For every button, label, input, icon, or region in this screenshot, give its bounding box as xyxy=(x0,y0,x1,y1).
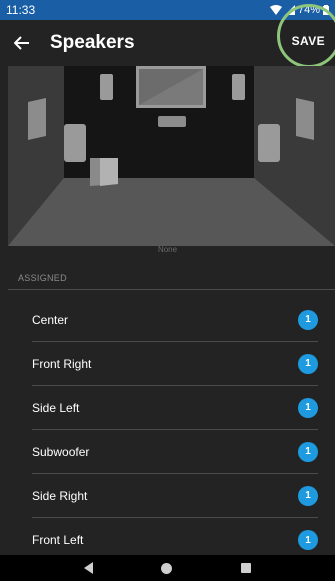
room-caption: None xyxy=(157,245,178,254)
room-diagram xyxy=(8,66,335,246)
app-bar: Speakers SAVE xyxy=(0,4,335,68)
center-speaker-icon xyxy=(158,116,186,127)
save-button[interactable]: SAVE xyxy=(288,30,329,52)
status-bar: 11:33 74% xyxy=(0,0,335,20)
battery-percent: 74% xyxy=(297,4,320,16)
nav-back-icon[interactable] xyxy=(84,562,94,574)
speaker-count-badge: 1 xyxy=(298,441,318,462)
status-icons: 74% xyxy=(269,4,329,16)
back-button[interactable] xyxy=(0,20,44,66)
side-left-speaker-icon xyxy=(28,98,46,140)
tv-icon xyxy=(136,66,206,108)
speaker-count-badge: 1 xyxy=(298,530,318,550)
front-right-speaker-icon xyxy=(232,74,245,100)
nav-recents-icon[interactable] xyxy=(240,563,251,573)
speaker-row-subwoofer[interactable]: Subwoofer 1 xyxy=(32,430,318,474)
speaker-row-front-right[interactable]: Front Right 1 xyxy=(32,342,318,386)
speaker-row-side-left[interactable]: Side Left 1 xyxy=(32,386,318,430)
signal-icon xyxy=(284,5,295,15)
assigned-section-label: ASSIGNED xyxy=(18,273,67,283)
battery-icon xyxy=(323,5,329,15)
speaker-count-badge: 1 xyxy=(298,397,318,418)
assigned-speaker-list: Center 1 Front Right 1 Side Left 1 Subwo… xyxy=(32,298,318,562)
wifi-icon xyxy=(269,5,282,15)
speaker-count-badge: 1 xyxy=(298,353,318,374)
speaker-row-center[interactable]: Center 1 xyxy=(32,298,318,342)
subwoofer-icon xyxy=(90,158,118,186)
speaker-row-side-right[interactable]: Side Right 1 xyxy=(32,474,318,518)
side-right-speaker-icon xyxy=(296,98,314,140)
room-illustration xyxy=(8,66,335,246)
speaker-count-badge: 1 xyxy=(298,485,318,506)
speaker-name: Side Right xyxy=(32,488,88,503)
speaker-name: Center xyxy=(32,312,69,327)
rear-left-speaker-icon xyxy=(64,124,86,162)
rear-right-speaker-icon xyxy=(258,124,280,162)
status-time: 11:33 xyxy=(6,3,36,17)
speaker-name: Front Left xyxy=(32,533,84,547)
speaker-name: Side Left xyxy=(32,400,80,415)
speaker-name: Front Right xyxy=(32,356,92,371)
back-arrow-icon xyxy=(14,36,29,50)
section-divider xyxy=(8,289,335,290)
speaker-count-badge: 1 xyxy=(298,309,318,330)
system-nav-bar xyxy=(0,555,335,581)
speaker-name: Subwoofer xyxy=(32,444,90,459)
front-left-speaker-icon xyxy=(100,74,113,100)
nav-home-icon[interactable] xyxy=(161,562,173,574)
